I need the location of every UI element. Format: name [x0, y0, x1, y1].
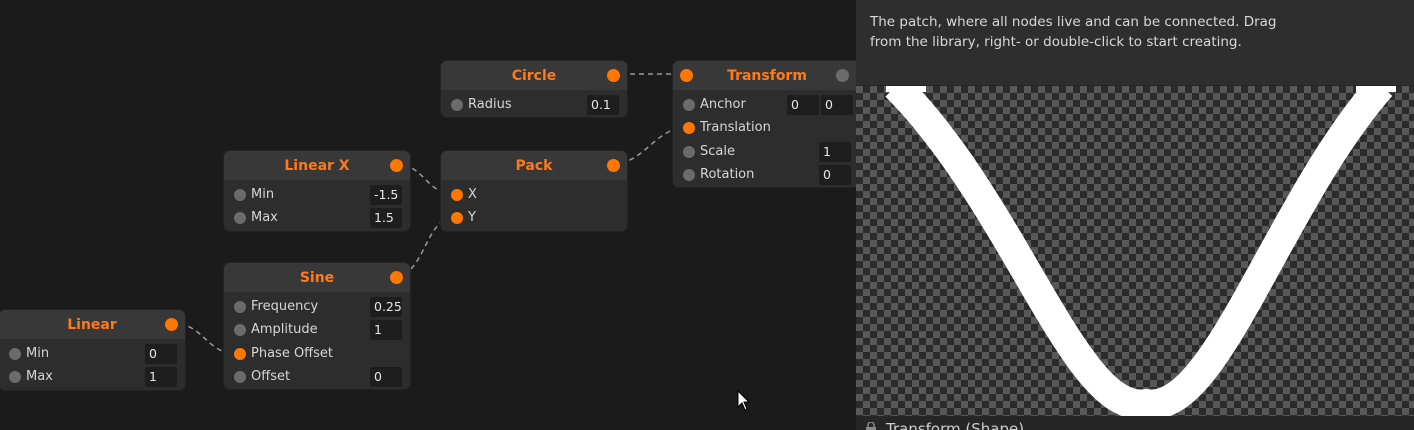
input-port[interactable] — [234, 371, 246, 383]
node-title: Sine — [299, 269, 335, 286]
param-row-radius: Radius 0.1 — [441, 93, 627, 117]
param-label: Offset — [251, 369, 291, 384]
node-circle[interactable]: Circle Radius 0.1 — [440, 60, 628, 118]
node-header[interactable]: Pack — [441, 151, 627, 180]
node-linear[interactable]: Linear Min 0 Max 1 — [0, 309, 186, 391]
output-port[interactable] — [607, 159, 620, 172]
node-header[interactable]: Sine — [224, 263, 410, 292]
node-sine[interactable]: Sine Frequency 0.25 Amplitude 1 Phase Of… — [223, 262, 411, 390]
input-port[interactable] — [234, 348, 246, 360]
param-row-rotation: Rotation 0 — [673, 163, 856, 187]
min-field[interactable]: -1.5 — [370, 185, 402, 205]
param-row-x: X — [441, 183, 627, 207]
param-row-offset: Offset 0 — [224, 365, 410, 389]
preview-footer: Transform (Shape) — [856, 416, 1414, 430]
input-port[interactable] — [451, 99, 463, 111]
node-title: Linear — [67, 316, 117, 333]
preview-shape-cap-left — [886, 86, 926, 92]
param-label: Anchor — [700, 97, 746, 112]
input-port[interactable] — [9, 371, 21, 383]
node-transform[interactable]: Transform Anchor 0 0 Translation Scale 1… — [672, 60, 856, 188]
shape-preview — [885, 86, 1396, 416]
param-label: Frequency — [251, 299, 319, 314]
node-title: Circle — [511, 67, 557, 84]
input-port[interactable] — [683, 99, 695, 111]
max-field[interactable]: 1 — [145, 367, 177, 387]
param-label: Min — [26, 346, 50, 361]
param-row-translation: Translation — [673, 116, 856, 140]
param-label: Radius — [468, 97, 512, 112]
param-row-amplitude: Amplitude 1 — [224, 318, 410, 342]
node-header[interactable]: Transform — [673, 61, 856, 90]
input-port[interactable] — [234, 189, 246, 201]
lock-icon[interactable] — [864, 422, 878, 430]
rotation-field[interactable]: 0 — [819, 165, 851, 185]
param-row-max: Max 1.5 — [224, 206, 410, 230]
node-title: Linear X — [284, 157, 350, 174]
frequency-field[interactable]: 0.25 — [370, 297, 402, 317]
amplitude-field[interactable]: 1 — [370, 320, 402, 340]
param-row-min: Min 0 — [0, 342, 185, 366]
output-port[interactable] — [390, 159, 403, 172]
param-row-y: Y — [441, 206, 627, 230]
radius-field[interactable]: 0.1 — [587, 95, 619, 115]
node-header[interactable]: Linear — [0, 310, 185, 339]
input-port[interactable] — [683, 169, 695, 181]
param-row-min: Min -1.5 — [224, 183, 410, 207]
input-port[interactable] — [234, 324, 246, 336]
input-port[interactable] — [451, 212, 463, 224]
param-label: X — [468, 187, 477, 202]
info-panel: The patch, where all nodes live and can … — [856, 0, 1414, 86]
info-text: The patch, where all nodes live and can … — [870, 14, 1277, 50]
param-row-frequency: Frequency 0.25 — [224, 295, 410, 319]
param-label: Min — [251, 187, 275, 202]
output-port[interactable] — [607, 69, 620, 82]
node-title: Pack — [515, 157, 553, 174]
preview-viewport[interactable] — [856, 86, 1414, 416]
patch-canvas[interactable]: Circle Radius 0.1 Transform Anchor 0 0 T… — [0, 0, 856, 430]
param-row-scale: Scale 1 — [673, 140, 856, 164]
input-port[interactable] — [683, 146, 695, 158]
node-pack[interactable]: Pack X Y — [440, 150, 628, 232]
scale-field[interactable]: 1 — [819, 142, 851, 162]
preview-shape-path — [885, 86, 1393, 416]
param-label: Y — [468, 210, 476, 225]
input-port[interactable] — [234, 301, 246, 313]
param-label: Translation — [700, 120, 771, 135]
min-field[interactable]: 0 — [145, 344, 177, 364]
param-row-phase-offset: Phase Offset — [224, 342, 410, 366]
max-field[interactable]: 1.5 — [370, 208, 402, 228]
node-linear-x[interactable]: Linear X Min -1.5 Max 1.5 — [223, 150, 411, 232]
output-port[interactable] — [390, 271, 403, 284]
anchor-y-field[interactable]: 0 — [821, 95, 853, 115]
input-port[interactable] — [680, 69, 693, 82]
input-port[interactable] — [451, 189, 463, 201]
preview-title: Transform (Shape) — [886, 420, 1025, 430]
input-port[interactable] — [683, 122, 695, 134]
node-title: Transform — [727, 67, 807, 84]
param-row-anchor: Anchor 0 0 — [673, 93, 856, 117]
param-label: Amplitude — [251, 322, 318, 337]
param-label: Rotation — [700, 167, 755, 182]
preview-shape-cap-right — [1356, 86, 1396, 92]
param-label: Phase Offset — [251, 346, 334, 361]
param-row-max: Max 1 — [0, 365, 185, 389]
output-port[interactable] — [165, 318, 178, 331]
anchor-x-field[interactable]: 0 — [787, 95, 819, 115]
arrow-cursor-icon — [737, 390, 751, 411]
offset-field[interactable]: 0 — [370, 367, 402, 387]
node-header[interactable]: Circle — [441, 61, 627, 90]
input-port[interactable] — [9, 348, 21, 360]
input-port[interactable] — [234, 212, 246, 224]
output-port[interactable] — [836, 69, 849, 82]
inspector-panel: The patch, where all nodes live and can … — [856, 0, 1414, 430]
param-label: Scale — [700, 144, 735, 159]
param-label: Max — [26, 369, 53, 384]
param-label: Max — [251, 210, 278, 225]
node-header[interactable]: Linear X — [224, 151, 410, 180]
